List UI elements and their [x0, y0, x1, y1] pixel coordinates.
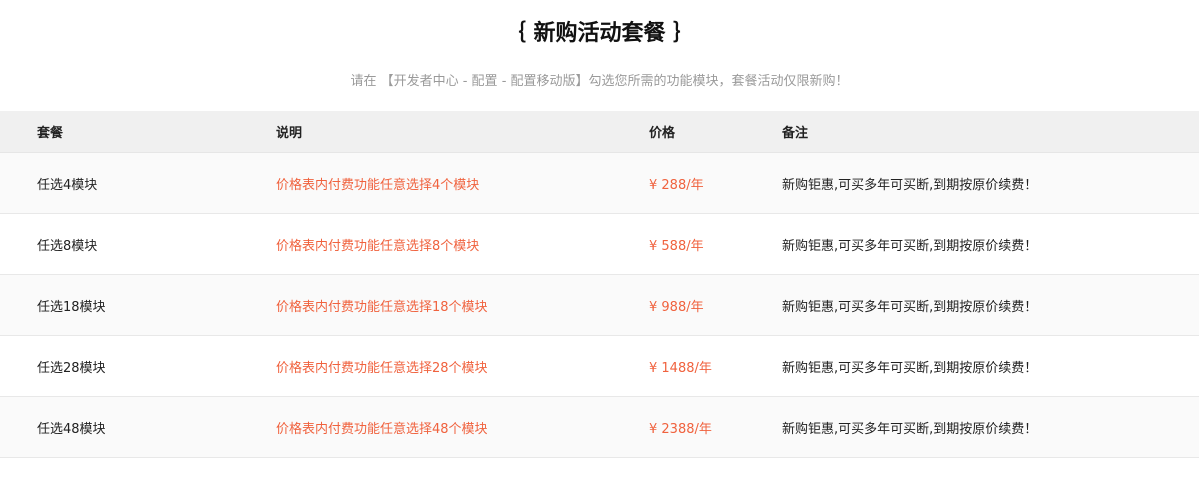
table-row: 任选48模块 价格表内付费功能任意选择48个模块 ¥ 2388/年 新购钜惠,可… [0, 397, 1199, 458]
header-package: 套餐 [37, 126, 64, 141]
table-row: 任选18模块 价格表内付费功能任意选择18个模块 ¥ 988/年 新购钜惠,可买… [0, 275, 1199, 336]
package-price: ¥ 588/年 [649, 238, 704, 254]
package-note: 新购钜惠,可买多年可买断,到期按原价续费！ [782, 299, 1038, 315]
package-note: 新购钜惠,可买多年可买断,到期按原价续费！ [782, 421, 1038, 437]
package-note: 新购钜惠,可买多年可买断,到期按原价续费！ [782, 360, 1038, 376]
package-description: 价格表内付费功能任意选择4个模块 [276, 177, 480, 193]
package-note: 新购钜惠,可买多年可买断,到期按原价续费！ [782, 238, 1038, 254]
table-header: 套餐 说明 价格 备注 [0, 111, 1199, 153]
package-description: 价格表内付费功能任意选择48个模块 [276, 421, 488, 437]
package-name: 任选18模块 [37, 299, 106, 315]
package-description: 价格表内付费功能任意选择18个模块 [276, 299, 488, 315]
header-price: 价格 [649, 126, 676, 141]
table-row: 任选8模块 价格表内付费功能任意选择8个模块 ¥ 588/年 新购钜惠,可买多年… [0, 214, 1199, 275]
page-title: ｛ 新购活动套餐 ｝ [503, 21, 696, 46]
package-price: ¥ 1488/年 [649, 360, 712, 376]
page: ｛ 新购活动套餐 ｝ 请在 【开发者中心 - 配置 - 配置移动版】勾选您所需的… [0, 0, 1199, 477]
package-name: 任选4模块 [37, 177, 98, 193]
page-subtitle: 请在 【开发者中心 - 配置 - 配置移动版】勾选您所需的功能模块，套餐活动仅限… [350, 74, 849, 89]
package-note: 新购钜惠,可买多年可买断,到期按原价续费！ [782, 177, 1038, 193]
package-description: 价格表内付费功能任意选择8个模块 [276, 238, 480, 254]
package-name: 任选28模块 [37, 360, 106, 376]
package-name: 任选48模块 [37, 421, 106, 437]
package-price: ¥ 288/年 [649, 177, 704, 193]
table-row: 任选4模块 价格表内付费功能任意选择4个模块 ¥ 288/年 新购钜惠,可买多年… [0, 153, 1199, 214]
table-row: 任选28模块 价格表内付费功能任意选择28个模块 ¥ 1488/年 新购钜惠,可… [0, 336, 1199, 397]
package-price: ¥ 2388/年 [649, 421, 712, 437]
package-description: 价格表内付费功能任意选择28个模块 [276, 360, 488, 376]
header-note: 备注 [782, 126, 809, 141]
package-name: 任选8模块 [37, 238, 98, 254]
package-price: ¥ 988/年 [649, 299, 704, 315]
package-table: 套餐 说明 价格 备注 任选4模块 价格表内付费功能任意选择4个模块 ¥ 288… [0, 111, 1199, 458]
header-description: 说明 [276, 126, 303, 141]
